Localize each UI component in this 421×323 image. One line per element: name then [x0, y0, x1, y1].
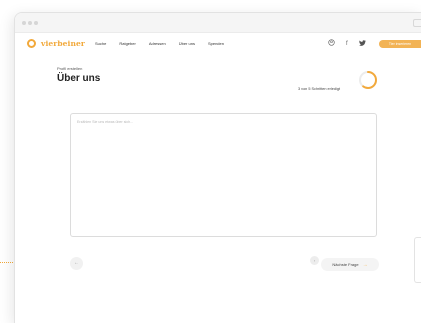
breadcrumb: Profil erstellen: [57, 66, 83, 71]
cta-button[interactable]: Tier inserieren: [379, 40, 421, 48]
user-icon[interactable]: [328, 39, 335, 50]
nav-link-ueber-uns[interactable]: Über uns: [179, 41, 195, 46]
nav-link-adressen[interactable]: Adressen: [149, 41, 166, 46]
browser-window: vierbeiner Suche Ratgeber Adressen Über …: [14, 12, 421, 323]
logo-icon: [27, 39, 36, 48]
page-title: Über uns: [57, 73, 101, 84]
back-button[interactable]: ←: [70, 257, 83, 270]
progress-ring-icon: [359, 71, 377, 89]
next-question-button[interactable]: Nächste Frage →: [321, 258, 379, 271]
nav-link-spenden[interactable]: Spenden: [208, 41, 224, 46]
arrow-right-icon: →: [362, 261, 368, 268]
about-us-textarea[interactable]: [70, 113, 377, 237]
twitter-icon[interactable]: [358, 39, 366, 50]
next-question-label: Nächste Frage: [332, 262, 359, 267]
progress-text: 3 von 5 Schritten erledigt: [298, 87, 341, 91]
nav-link-ratgeber[interactable]: Ratgeber: [119, 41, 135, 46]
window-dot-icon: [28, 21, 32, 25]
decorative-dotted-line: [0, 262, 13, 263]
browser-menu-button[interactable]: [413, 19, 421, 27]
nav-links: Suche Ratgeber Adressen Über uns Spenden: [95, 41, 224, 46]
window-dot-icon: [34, 21, 38, 25]
feedback-side-tab[interactable]: [414, 237, 421, 283]
nav-link-suche[interactable]: Suche: [95, 41, 106, 46]
nav-icons: f: [328, 39, 366, 50]
top-navigation: vierbeiner Suche Ratgeber Adressen Über …: [15, 33, 421, 55]
facebook-icon[interactable]: f: [346, 40, 348, 49]
logo-text[interactable]: vierbeiner: [41, 39, 85, 48]
window-dot-icon: [22, 21, 26, 25]
browser-chrome: [15, 13, 421, 33]
skip-button[interactable]: ›: [310, 256, 319, 265]
